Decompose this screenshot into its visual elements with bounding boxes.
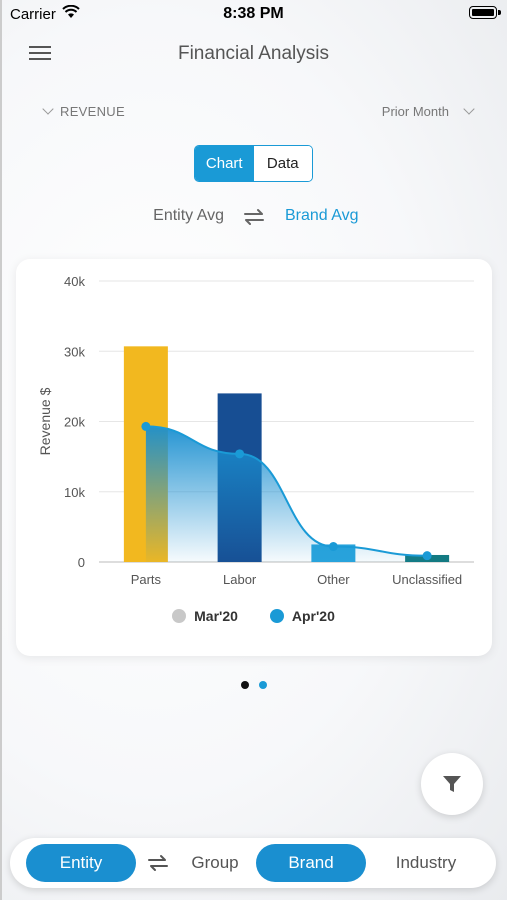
- revenue-chart: 0 10k 20k 30k 40k Revenue $ Parts Labor Other Unc…: [37, 274, 474, 587]
- legend-item-apr[interactable]: Apr'20: [269, 608, 335, 624]
- y-axis-label: Revenue $: [37, 387, 53, 455]
- y-tick-label: 30k: [64, 344, 85, 359]
- line-point-labor: [235, 449, 245, 459]
- entity-option[interactable]: Entity: [26, 844, 136, 882]
- legend-swatch-apr: [269, 609, 284, 623]
- filter-button[interactable]: [421, 753, 483, 815]
- swap-arrows-icon[interactable]: [147, 854, 169, 872]
- brand-option[interactable]: Brand: [256, 844, 366, 882]
- x-tick-label: Other: [317, 572, 350, 587]
- x-tick-label: Labor: [223, 572, 257, 587]
- page-indicator: [0, 676, 507, 694]
- line-point-other: [328, 542, 338, 552]
- line-point-unclassified: [422, 551, 432, 561]
- legend-item-mar[interactable]: Mar'20: [172, 608, 238, 624]
- x-tick-label: Unclassified: [392, 572, 462, 587]
- y-tick-label: 10k: [64, 485, 85, 500]
- x-tick-label: Parts: [131, 572, 162, 587]
- funnel-icon: [443, 776, 461, 792]
- line-area: [145, 426, 428, 562]
- legend-swatch-mar: [172, 609, 187, 623]
- chart-legend: Mar'20 Apr'20: [0, 608, 507, 624]
- line-point-parts: [141, 421, 151, 431]
- y-tick-label: 40k: [64, 274, 85, 289]
- y-tick-label: 20k: [64, 415, 85, 430]
- legend-label-mar: Mar'20: [194, 608, 238, 624]
- scope-selector-bar: Entity Group Brand Industry: [10, 838, 496, 888]
- group-option[interactable]: Group: [178, 844, 252, 882]
- y-tick-label: 0: [78, 555, 85, 570]
- industry-option[interactable]: Industry: [378, 844, 474, 882]
- page-dot-1[interactable]: [240, 681, 249, 689]
- legend-label-apr: Apr'20: [291, 608, 335, 624]
- page-dot-2[interactable]: [258, 681, 267, 689]
